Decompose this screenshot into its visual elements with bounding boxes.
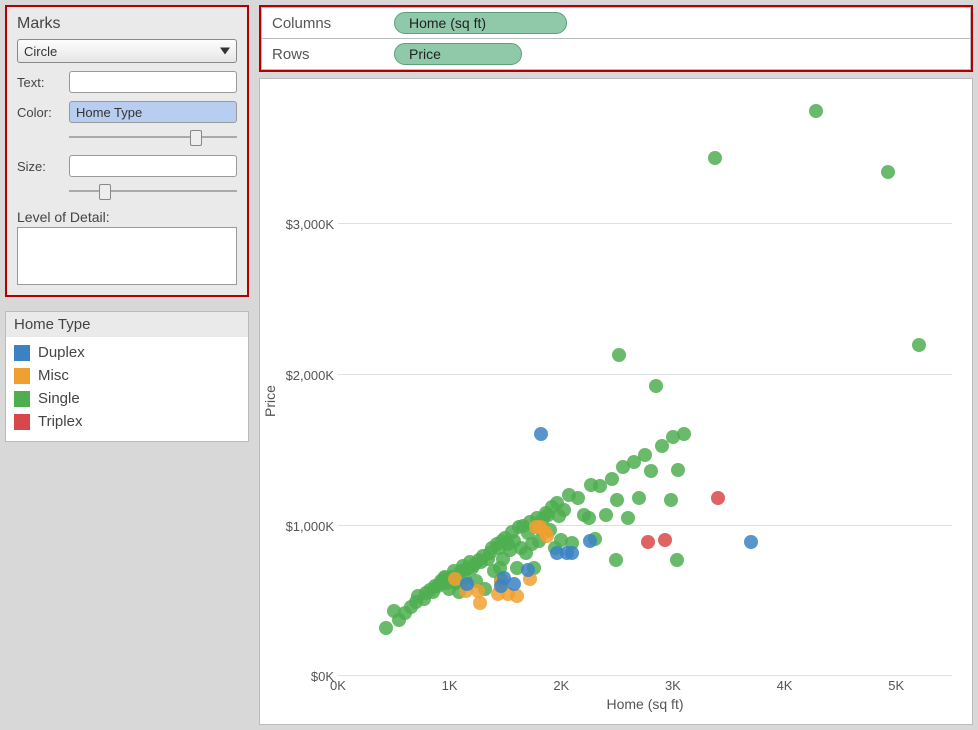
data-point[interactable] (677, 427, 691, 441)
legend-title: Home Type (6, 312, 248, 337)
data-point[interactable] (507, 577, 521, 591)
data-point[interactable] (881, 165, 895, 179)
x-tick-label: 2K (553, 678, 569, 693)
legend-item[interactable]: Misc (14, 364, 240, 387)
legend-swatch (14, 345, 30, 361)
data-point[interactable] (565, 546, 579, 560)
x-tick-label: 5K (888, 678, 904, 693)
y-tick-label: $3,000K (280, 217, 334, 232)
legend-item[interactable]: Triplex (14, 410, 240, 433)
data-point[interactable] (540, 529, 554, 543)
chart-area: Price $0K$1,000K$2,000K$3,000K Home (sq … (259, 78, 973, 725)
text-label: Text: (17, 75, 63, 90)
legend-item-label: Duplex (38, 344, 85, 361)
data-point[interactable] (583, 534, 597, 548)
x-tick-label: 4K (777, 678, 793, 693)
lod-label: Level of Detail: (17, 209, 237, 225)
opacity-slider[interactable] (69, 127, 237, 147)
chevron-down-icon (220, 48, 230, 55)
data-point[interactable] (644, 464, 658, 478)
x-axis-label: Home (sq ft) (338, 696, 952, 712)
rows-pill[interactable]: Price (394, 43, 522, 65)
legend-swatch (14, 414, 30, 430)
legend-item-label: Triplex (38, 413, 82, 430)
data-point[interactable] (632, 491, 646, 505)
color-label: Color: (17, 105, 63, 120)
data-point[interactable] (571, 491, 585, 505)
legend-card: Home Type Duplex Misc Single Triplex (5, 311, 249, 442)
data-point[interactable] (664, 493, 678, 507)
size-label: Size: (17, 159, 63, 174)
data-point[interactable] (658, 533, 672, 547)
y-axis-label: Price (260, 79, 280, 724)
data-point[interactable] (638, 448, 652, 462)
data-point[interactable] (670, 553, 684, 567)
text-shelf[interactable] (69, 71, 237, 93)
data-point[interactable] (641, 535, 655, 549)
data-point[interactable] (912, 338, 926, 352)
x-axis: Home (sq ft) 0K1K2K3K4K5K (338, 676, 952, 724)
data-point[interactable] (612, 348, 626, 362)
color-shelf-value: Home Type (76, 105, 142, 120)
x-tick-label: 3K (665, 678, 681, 693)
size-shelf[interactable] (69, 155, 237, 177)
data-point[interactable] (521, 563, 535, 577)
legend-item[interactable]: Duplex (14, 341, 240, 364)
columns-pill[interactable]: Home (sq ft) (394, 12, 567, 34)
rows-shelf[interactable]: Rows Price (261, 38, 971, 70)
lod-shelf[interactable] (17, 227, 237, 285)
y-tick-label: $0K (280, 669, 334, 684)
data-point[interactable] (379, 621, 393, 635)
data-point[interactable] (473, 596, 487, 610)
data-point[interactable] (711, 491, 725, 505)
data-point[interactable] (534, 427, 548, 441)
size-slider[interactable] (69, 181, 237, 201)
data-point[interactable] (610, 493, 624, 507)
opacity-slider-thumb[interactable] (190, 130, 202, 146)
legend-item[interactable]: Single (14, 387, 240, 410)
data-point[interactable] (605, 472, 619, 486)
legend-item-label: Misc (38, 367, 69, 384)
data-point[interactable] (460, 577, 474, 591)
data-point[interactable] (809, 104, 823, 118)
columns-shelf[interactable]: Columns Home (sq ft) (261, 7, 971, 38)
data-point[interactable] (582, 511, 596, 525)
legend-item-label: Single (38, 390, 80, 407)
scatter-plot[interactable]: $0K$1,000K$2,000K$3,000K (338, 89, 952, 676)
data-point[interactable] (557, 503, 571, 517)
data-point[interactable] (671, 463, 685, 477)
y-tick-label: $2,000K (280, 368, 334, 383)
data-point[interactable] (621, 511, 635, 525)
data-point[interactable] (708, 151, 722, 165)
rows-shelf-label: Rows (272, 46, 382, 63)
x-tick-label: 1K (442, 678, 458, 693)
y-tick-label: $1,000K (280, 519, 334, 534)
columns-shelf-label: Columns (272, 15, 382, 32)
data-point[interactable] (599, 508, 613, 522)
x-tick-label: 0K (330, 678, 346, 693)
data-point[interactable] (609, 553, 623, 567)
mark-type-select[interactable]: Circle (17, 39, 237, 63)
legend-swatch (14, 368, 30, 384)
size-slider-thumb[interactable] (99, 184, 111, 200)
data-point[interactable] (510, 589, 524, 603)
color-shelf[interactable]: Home Type (69, 101, 237, 123)
data-point[interactable] (744, 535, 758, 549)
data-point[interactable] (649, 379, 663, 393)
marks-card: Marks Circle Text: Color: Home Type (5, 5, 249, 297)
mark-type-value: Circle (24, 44, 57, 59)
shelves-panel: Columns Home (sq ft) Rows Price (259, 5, 973, 72)
legend-swatch (14, 391, 30, 407)
marks-title: Marks (17, 15, 237, 33)
